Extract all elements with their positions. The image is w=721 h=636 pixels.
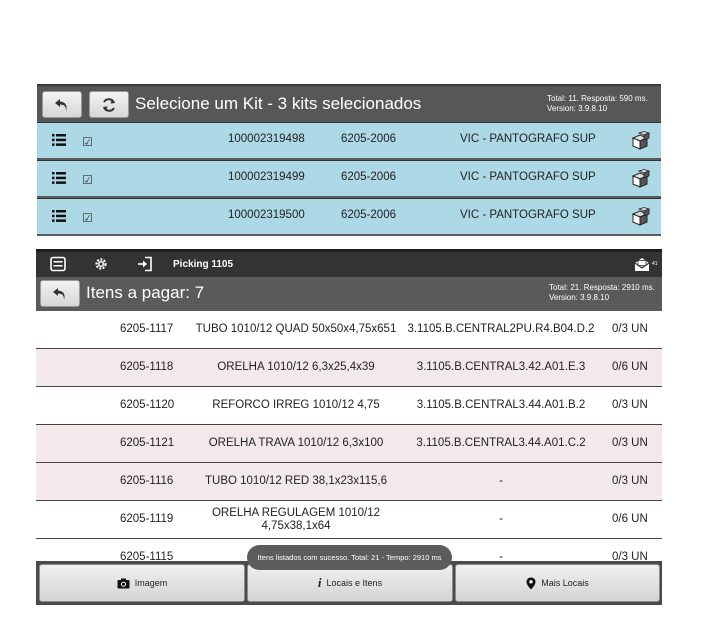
location-pin-icon <box>526 577 536 589</box>
item-desc: TUBO 1010/12 QUAD 50x50x4,75x651 <box>195 323 397 335</box>
picking-info-version: Version: 3.9.8.10 <box>549 293 610 302</box>
kit-row[interactable]: ☑ 100002319500 6205-2006 VIC - PANTOGRAF… <box>37 198 661 234</box>
item-qty: 0/3 UN <box>612 437 648 449</box>
kit-panel-header: Selecione um Kit - 3 kits selecionados T… <box>37 84 661 122</box>
checkbox-icon[interactable]: ☑ <box>82 135 93 149</box>
picking-title: Itens a pagar: 7 <box>86 283 205 302</box>
package-icon[interactable] <box>631 169 651 189</box>
item-code: 6205-1121 <box>120 437 175 449</box>
kit-info-total: Total: 11. Resposta: 590 ms. <box>547 94 648 103</box>
more-locations-button[interactable]: Mais Locais <box>455 564 660 602</box>
picking-toolbar: Picking 1105 41 <box>36 249 662 277</box>
kit-ref: 6205-2006 <box>341 171 396 183</box>
item-row[interactable]: 6205-1116 TUBO 1010/12 RED 38,1x23x115,6… <box>36 463 662 501</box>
item-row[interactable]: 6205-1117 TUBO 1010/12 QUAD 50x50x4,75x6… <box>36 311 662 349</box>
kit-info-version: Version: 3.9.8.10 <box>547 104 608 113</box>
item-desc-line1: ORELHA REGULAGEM 1010/12 <box>211 507 381 519</box>
back-button[interactable] <box>42 91 82 118</box>
item-location: - <box>499 513 503 525</box>
item-location: 3.1105.B.CENTRAL2PU.R4.B04.D.2 <box>407 323 595 335</box>
mail-icon[interactable] <box>634 257 650 272</box>
refresh-icon <box>103 97 115 112</box>
item-qty: 0/6 UN <box>612 513 648 525</box>
kit-desc: VIC - PANTOGRAFO SUP <box>460 171 596 183</box>
checkbox-icon[interactable]: ☑ <box>82 211 93 225</box>
kit-code: 100002319500 <box>228 209 305 221</box>
item-row[interactable]: 6205-1119 ORELHA REGULAGEM 1010/12 4,75x… <box>36 501 662 539</box>
picking-header: Itens a pagar: 7 Total: 21. Resposta: 29… <box>36 277 662 311</box>
mail-badge: 41 <box>652 261 658 267</box>
success-toast: Itens listados com sucesso. Total: 21 - … <box>247 545 452 570</box>
picking-back-button[interactable] <box>40 280 80 307</box>
item-desc: ORELHA TRAVA 1010/12 6,3x100 <box>208 437 384 449</box>
list-icon[interactable] <box>52 210 66 222</box>
item-desc: ORELHA 1010/12 6,3x25,4x39 <box>217 361 375 373</box>
image-button[interactable]: Imagem <box>39 564 245 602</box>
kit-panel-info: Total: 11. Resposta: 590 ms. Version: 3.… <box>547 94 651 114</box>
list-icon[interactable] <box>52 172 66 184</box>
item-code: 6205-1118 <box>120 361 174 373</box>
refresh-button[interactable] <box>89 91 129 118</box>
item-desc-line2: 4,75x38,1x64 <box>261 520 331 532</box>
kit-selection-panel: Selecione um Kit - 3 kits selecionados T… <box>37 84 661 236</box>
kit-code: 100002319498 <box>228 133 305 145</box>
picking-items-list[interactable]: 6205-1117 TUBO 1010/12 QUAD 50x50x4,75x6… <box>36 311 662 561</box>
package-icon[interactable] <box>631 207 651 227</box>
kit-ref: 6205-2006 <box>341 133 396 145</box>
item-qty: 0/3 UN <box>612 551 648 561</box>
info-icon: i <box>317 575 322 590</box>
kit-row[interactable]: ☑ 100002319499 6205-2006 VIC - PANTOGRAF… <box>37 160 661 196</box>
checkbox-icon[interactable]: ☑ <box>82 173 93 187</box>
item-code: 6205-1117 <box>120 323 174 335</box>
kit-row[interactable]: ☑ 100002319498 6205-2006 VIC - PANTOGRAF… <box>37 122 661 158</box>
settings-icon[interactable] <box>93 256 109 272</box>
item-location: - <box>499 475 503 487</box>
kit-desc: VIC - PANTOGRAFO SUP <box>460 209 596 221</box>
item-code: 6205-1119 <box>120 513 174 525</box>
kit-code: 100002319499 <box>228 171 305 183</box>
item-qty: 0/3 UN <box>612 399 648 411</box>
image-button-label: Imagem <box>134 578 168 588</box>
item-location: 3.1105.B.CENTRAL3.44.A01.B.2 <box>416 399 586 411</box>
item-qty: 0/6 UN <box>612 361 648 373</box>
item-location: 3.1105.B.CENTRAL3.42.A01.E.3 <box>416 361 586 373</box>
picking-toolbar-title: Picking 1105 <box>173 259 234 270</box>
item-row[interactable]: 6205-1120 REFORCO IRREG 1010/12 4,75 3.1… <box>36 387 662 425</box>
back-icon <box>53 287 65 300</box>
item-location: 3.1105.B.CENTRAL3.44.A01.C.2 <box>416 437 586 449</box>
item-desc: TUBO 1010/12 RED 38,1x23x115,6 <box>205 475 387 487</box>
item-row[interactable]: 6205-1118 ORELHA 1010/12 6,3x25,4x39 3.1… <box>36 349 662 387</box>
kit-panel-title: Selecione um Kit - 3 kits selecionados <box>135 94 422 113</box>
item-code: 6205-1116 <box>120 475 174 487</box>
item-code: 6205-1120 <box>120 399 175 411</box>
item-desc: REFORCO IRREG 1010/12 4,75 <box>212 399 380 411</box>
package-icon[interactable] <box>631 131 651 151</box>
item-qty: 0/3 UN <box>612 475 648 487</box>
list-icon[interactable] <box>52 134 66 146</box>
back-icon <box>55 98 67 111</box>
picking-info: Total: 21. Resposta: 2910 ms. Version: 3… <box>549 283 659 303</box>
item-qty: 0/3 UN <box>612 323 648 335</box>
item-row[interactable]: 6205-1121 ORELHA TRAVA 1010/12 6,3x100 3… <box>36 425 662 463</box>
camera-icon <box>117 578 130 588</box>
item-desc: ORELHA REGULAGEM 1010/12 4,75x38,1x64 <box>191 507 401 533</box>
locations-items-button-label: Locais e Itens <box>326 578 383 588</box>
picking-info-total: Total: 21. Resposta: 2910 ms. <box>549 283 655 292</box>
login-icon[interactable] <box>137 256 153 272</box>
kit-ref: 6205-2006 <box>341 209 396 221</box>
item-code: 6205-1115 <box>120 551 174 561</box>
menu-icon[interactable] <box>50 256 66 272</box>
more-locations-button-label: Mais Locais <box>541 578 589 588</box>
kit-desc: VIC - PANTOGRAFO SUP <box>460 133 596 145</box>
